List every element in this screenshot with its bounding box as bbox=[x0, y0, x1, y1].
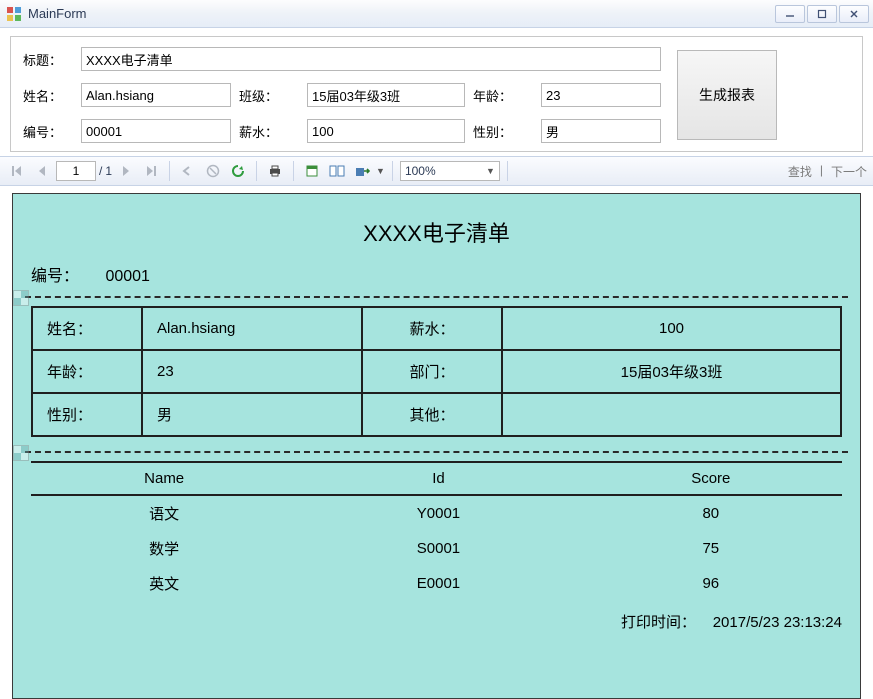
section-divider bbox=[25, 296, 848, 298]
refresh-icon[interactable] bbox=[227, 160, 249, 182]
print-time-value: 2017/5/23 23:13:24 bbox=[713, 614, 842, 631]
score-id: S0001 bbox=[297, 531, 579, 566]
print-time-label: 打印时间： bbox=[621, 614, 696, 631]
window-minimize-button[interactable] bbox=[775, 5, 805, 23]
input-title[interactable] bbox=[81, 47, 661, 71]
window-titlebar: MainForm bbox=[0, 0, 873, 28]
report-id-value: 00001 bbox=[105, 268, 150, 285]
page-current-input[interactable] bbox=[56, 161, 96, 181]
info-label: 薪水： bbox=[362, 307, 502, 350]
window-maximize-button[interactable] bbox=[807, 5, 837, 23]
stop-icon[interactable] bbox=[202, 160, 224, 182]
print-time-row: 打印时间： 2017/5/23 23:13:24 bbox=[31, 611, 842, 632]
page-separator: / bbox=[99, 164, 102, 178]
score-name: 语文 bbox=[31, 495, 297, 531]
info-value: 23 bbox=[142, 350, 362, 393]
score-id: E0001 bbox=[297, 566, 579, 601]
label-class: 班级： bbox=[239, 86, 299, 105]
score-value: 75 bbox=[580, 531, 842, 566]
info-label: 姓名： bbox=[32, 307, 142, 350]
report-title: XXXX电子清单 bbox=[31, 216, 842, 248]
score-value: 80 bbox=[580, 495, 842, 531]
zoom-value: 100% bbox=[405, 164, 436, 178]
label-salary: 薪水： bbox=[239, 122, 299, 141]
report-page: XXXX电子清单 编号： 00001 姓名：Alan.hsiang薪水：100年… bbox=[12, 193, 861, 699]
score-name: 英文 bbox=[31, 566, 297, 601]
score-table: Name Id Score 语文Y000180数学S000175英文E00019… bbox=[31, 461, 842, 601]
form-panel: 标题： 生成报表 姓名： 班级： 年龄： 编号： 薪水： 性别： bbox=[10, 36, 863, 152]
label-gender: 性别： bbox=[473, 122, 533, 141]
info-value: Alan.hsiang bbox=[142, 307, 362, 350]
info-label: 性别： bbox=[32, 393, 142, 436]
report-id-label: 编号： bbox=[31, 262, 101, 286]
table-row: 数学S000175 bbox=[31, 531, 842, 566]
score-id: Y0001 bbox=[297, 495, 579, 531]
label-name: 姓名： bbox=[23, 86, 73, 105]
section-divider bbox=[25, 451, 848, 453]
info-value bbox=[502, 393, 841, 436]
report-viewer-area: XXXX电子清单 编号： 00001 姓名：Alan.hsiang薪水：100年… bbox=[0, 193, 873, 699]
table-row: 语文Y000180 bbox=[31, 495, 842, 531]
app-icon bbox=[6, 6, 22, 22]
score-header-name: Name bbox=[31, 462, 297, 495]
info-label: 年龄： bbox=[32, 350, 142, 393]
input-age[interactable] bbox=[541, 83, 661, 107]
page-total: 1 bbox=[105, 164, 112, 178]
table-row: 英文E000196 bbox=[31, 566, 842, 601]
chevron-down-icon: ▼ bbox=[486, 166, 495, 176]
info-value: 15届03年级3班 bbox=[502, 350, 841, 393]
window-title: MainForm bbox=[28, 6, 775, 21]
report-toolbar: / 1 ▼ 100% ▼ 查找 | 下一个 bbox=[0, 156, 873, 186]
info-table: 姓名：Alan.hsiang薪水：100年龄：23部门：15届03年级3班性别：… bbox=[31, 306, 842, 437]
score-value: 96 bbox=[580, 566, 842, 601]
label-id: 编号： bbox=[23, 122, 73, 141]
export-icon[interactable] bbox=[351, 160, 373, 182]
input-class[interactable] bbox=[307, 83, 465, 107]
score-header-score: Score bbox=[580, 462, 842, 495]
print-layout-icon[interactable] bbox=[301, 160, 323, 182]
zoom-select[interactable]: 100% ▼ bbox=[400, 161, 500, 181]
last-page-icon[interactable] bbox=[140, 160, 162, 182]
label-title: 标题： bbox=[23, 50, 73, 69]
score-header-id: Id bbox=[297, 462, 579, 495]
generate-report-button[interactable]: 生成报表 bbox=[677, 50, 777, 140]
info-value: 男 bbox=[142, 393, 362, 436]
table-row: 年龄：23部门：15届03年级3班 bbox=[32, 350, 841, 393]
input-id[interactable] bbox=[81, 119, 231, 143]
next-page-icon[interactable] bbox=[115, 160, 137, 182]
page-setup-icon[interactable] bbox=[326, 160, 348, 182]
info-label: 部门： bbox=[362, 350, 502, 393]
find-separator: | bbox=[820, 163, 823, 180]
window-close-button[interactable] bbox=[839, 5, 869, 23]
back-icon[interactable] bbox=[177, 160, 199, 182]
input-name[interactable] bbox=[81, 83, 231, 107]
find-link[interactable]: 查找 bbox=[788, 163, 812, 180]
score-name: 数学 bbox=[31, 531, 297, 566]
info-label: 其他： bbox=[362, 393, 502, 436]
prev-page-icon[interactable] bbox=[31, 160, 53, 182]
input-salary[interactable] bbox=[307, 119, 465, 143]
print-icon[interactable] bbox=[264, 160, 286, 182]
label-age: 年龄： bbox=[473, 86, 533, 105]
table-row: 性别：男其他： bbox=[32, 393, 841, 436]
export-dropdown-icon[interactable]: ▼ bbox=[376, 166, 385, 176]
report-id-row: 编号： 00001 bbox=[31, 262, 842, 286]
find-next-link[interactable]: 下一个 bbox=[831, 163, 867, 180]
info-value: 100 bbox=[502, 307, 841, 350]
first-page-icon[interactable] bbox=[6, 160, 28, 182]
input-gender[interactable] bbox=[541, 119, 661, 143]
table-row: 姓名：Alan.hsiang薪水：100 bbox=[32, 307, 841, 350]
